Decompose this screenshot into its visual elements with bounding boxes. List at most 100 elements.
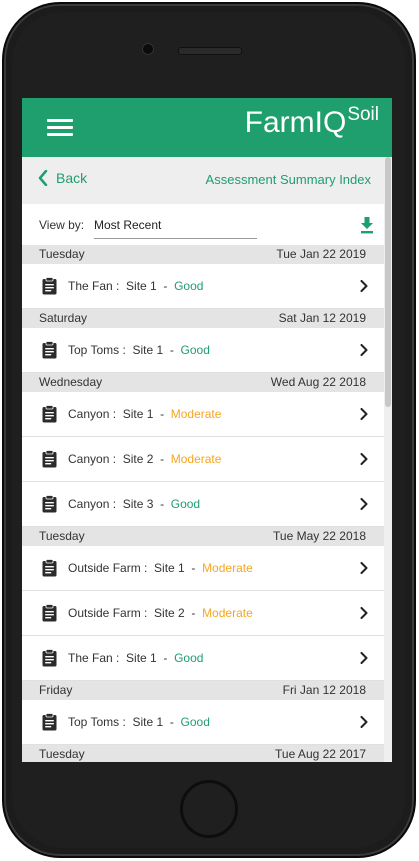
separator: - [169, 715, 174, 729]
group-day: Tuesday [39, 529, 85, 543]
home-button[interactable] [180, 780, 238, 838]
chevron-right-icon [360, 453, 368, 465]
farm-name: Canyon : [68, 497, 117, 511]
chevron-right-icon [360, 652, 368, 664]
farm-name: Outside Farm : [68, 606, 148, 620]
scrollbar-thumb[interactable] [385, 157, 391, 407]
farm-name: The Fan : [68, 651, 120, 665]
app-logo: FarmIQSoil [244, 104, 379, 140]
separator: - [163, 279, 168, 293]
farm-name: Canyon : [68, 407, 117, 421]
status-label: Moderate [202, 606, 253, 620]
clipboard-icon [42, 277, 57, 295]
app-screen: FarmIQSoil Back Assessment Summary Index… [22, 98, 392, 762]
assessment-row[interactable]: The Fan : Site 1 - Good [22, 264, 384, 309]
site-name: Site 1 [154, 561, 185, 575]
assessment-row[interactable]: Canyon : Site 3 - Good [22, 482, 384, 527]
assessment-summary: Canyon : Site 3 - Good [68, 497, 200, 511]
group-date: Sat Jan 12 2019 [278, 311, 366, 325]
site-name: Site 2 [122, 452, 154, 466]
assessment-summary: Top Toms : Site 1 - Good [68, 715, 210, 729]
group-date: Wed Aug 22 2018 [270, 375, 366, 389]
group-day: Friday [39, 683, 73, 697]
assessment-row[interactable]: Canyon : Site 1 - Moderate [22, 392, 384, 437]
view-by-bar: View by: Most Recent [22, 204, 384, 245]
assessment-summary: Top Toms : Site 1 - Good [68, 343, 210, 357]
site-name: Site 1 [126, 651, 157, 665]
chevron-right-icon [360, 280, 368, 292]
group-day: Tuesday [39, 747, 85, 761]
separator: - [160, 407, 165, 421]
clipboard-icon [42, 604, 57, 622]
speaker-grille [178, 47, 242, 55]
view-by-label: View by: [39, 218, 85, 232]
logo-sup-text: Soil [347, 104, 379, 125]
download-icon[interactable] [359, 216, 375, 234]
farm-name: Top Toms : [68, 343, 126, 357]
status-label: Moderate [170, 407, 222, 421]
chevron-right-icon [360, 607, 368, 619]
clipboard-icon [42, 713, 57, 731]
group-date: Tue Jan 22 2019 [276, 247, 366, 261]
group-day: Saturday [39, 311, 88, 325]
status-label: Moderate [202, 561, 253, 575]
hamburger-menu-icon[interactable] [47, 119, 73, 137]
page-title: Assessment Summary Index [205, 172, 371, 187]
assessment-row[interactable]: Outside Farm : Site 2 - Moderate [22, 591, 384, 636]
assessment-summary: Outside Farm : Site 1 - Moderate [68, 561, 253, 575]
site-name: Site 1 [132, 343, 164, 357]
status-label: Good [174, 651, 204, 665]
assessment-summary: The Fan : Site 1 - Good [68, 279, 203, 293]
group-day: Wednesday [39, 375, 103, 389]
chevron-right-icon [360, 498, 368, 510]
back-button[interactable]: Back [38, 170, 87, 186]
assessment-list: Tuesday Tue Jan 22 2019 The Fan : Site 1 -… [22, 245, 384, 762]
assessment-row[interactable]: The Fan : Site 1 - Good [22, 636, 384, 681]
clipboard-icon [42, 341, 57, 359]
chevron-right-icon [360, 716, 368, 728]
camera-icon [142, 43, 154, 55]
date-group-header: Tuesday Tue Jan 22 2019 [22, 245, 384, 264]
view-by-select[interactable]: Most Recent [94, 215, 257, 239]
separator: - [191, 561, 196, 575]
separator: - [163, 651, 168, 665]
app-header: FarmIQSoil [22, 98, 392, 157]
assessment-summary: Canyon : Site 1 - Moderate [68, 407, 221, 421]
back-label: Back [56, 170, 88, 186]
chevron-right-icon [360, 562, 368, 574]
date-group-header: Tuesday Tue Aug 22 2017 [22, 745, 384, 762]
farm-name: Canyon : [68, 452, 117, 466]
logo-main-text: FarmIQ [244, 106, 347, 139]
site-name: Site 3 [122, 497, 154, 511]
date-group-header: Saturday Sat Jan 12 2019 [22, 309, 384, 328]
date-group-header: Tuesday Tue May 22 2018 [22, 527, 384, 546]
assessment-row[interactable]: Top Toms : Site 1 - Good [22, 328, 384, 373]
assessment-row[interactable]: Outside Farm : Site 1 - Moderate [22, 546, 384, 591]
separator: - [169, 343, 174, 357]
status-label: Good [180, 715, 210, 729]
status-label: Good [170, 497, 201, 511]
separator: - [160, 452, 165, 466]
group-date: Fri Jan 12 2018 [282, 683, 366, 697]
scrollbar[interactable] [384, 157, 392, 762]
chevron-right-icon [360, 344, 368, 356]
assessment-row[interactable]: Top Toms : Site 1 - Good [22, 700, 384, 745]
clipboard-icon [42, 559, 57, 577]
assessment-summary: Outside Farm : Site 2 - Moderate [68, 606, 253, 620]
separator: - [191, 606, 196, 620]
separator: - [160, 497, 165, 511]
farm-name: The Fan : [68, 279, 120, 293]
assessment-summary: The Fan : Site 1 - Good [68, 651, 203, 665]
site-name: Site 1 [126, 279, 157, 293]
status-label: Good [180, 343, 210, 357]
clipboard-icon [42, 450, 57, 468]
site-name: Site 1 [132, 715, 164, 729]
chevron-left-icon [38, 170, 48, 186]
site-name: Site 2 [154, 606, 185, 620]
clipboard-icon [42, 649, 57, 667]
assessment-summary: Canyon : Site 2 - Moderate [68, 452, 221, 466]
assessment-row[interactable]: Canyon : Site 2 - Moderate [22, 437, 384, 482]
status-label: Good [174, 279, 204, 293]
date-group-header: Wednesday Wed Aug 22 2018 [22, 373, 384, 392]
sub-navigation-bar: Back Assessment Summary Index [22, 157, 384, 204]
